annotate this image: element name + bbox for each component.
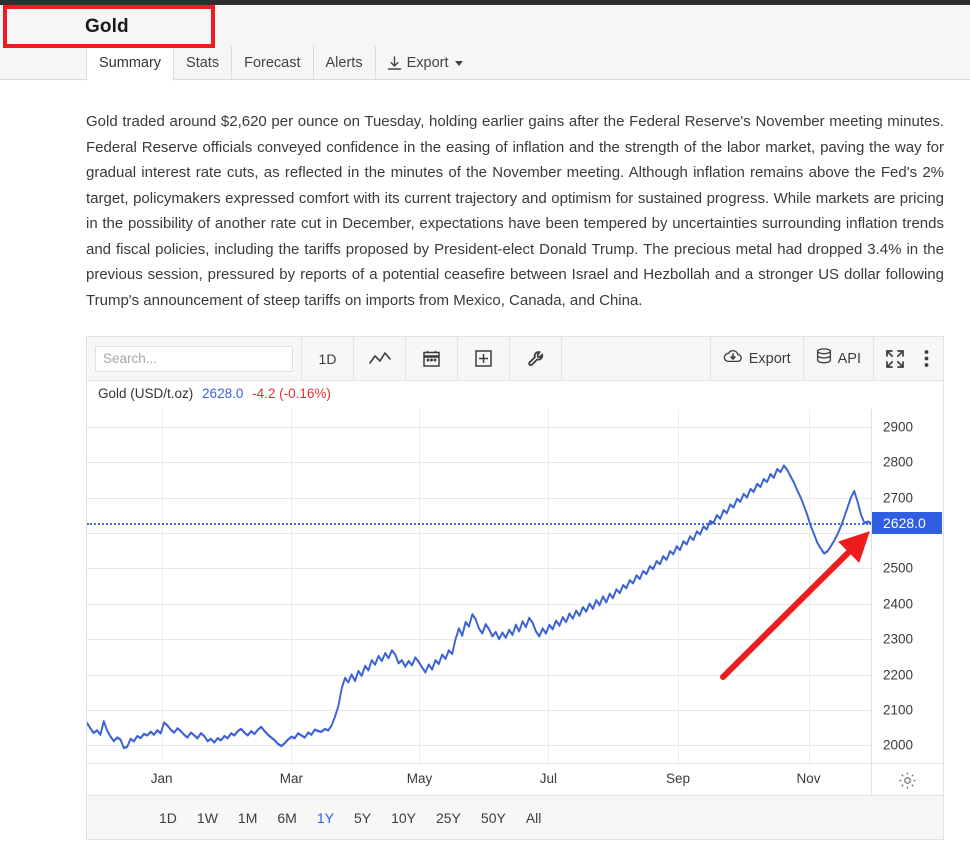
x-axis-tick: Nov xyxy=(796,771,821,786)
legend-series-name: Gold (USD/t.oz) xyxy=(98,386,194,401)
tab-list: Summary Stats Forecast Alerts Export xyxy=(86,46,475,81)
interval-button[interactable]: 1D xyxy=(302,336,354,381)
page-header: Gold xyxy=(0,5,970,46)
tab-label: Forecast xyxy=(244,55,301,71)
search-input[interactable] xyxy=(95,345,293,372)
range-25y[interactable]: 25Y xyxy=(426,807,471,829)
y-axis-tick: 2100 xyxy=(883,702,914,718)
chart-panel: 1D xyxy=(86,336,944,840)
chart-legend: Gold (USD/t.oz) 2628.0 -4.2 (-0.16%) xyxy=(98,386,331,401)
tab-label: Stats xyxy=(186,55,220,71)
range-1d[interactable]: 1D xyxy=(149,807,187,829)
line-chart-icon[interactable] xyxy=(354,336,406,381)
y-axis-tick: 2500 xyxy=(883,560,914,576)
y-axis-tick: 2000 xyxy=(883,737,914,753)
current-price-badge: 2628.0 xyxy=(872,511,942,534)
chart-toolbar-right: Export API xyxy=(709,336,943,381)
tab-export[interactable]: Export xyxy=(375,46,475,80)
api-label: API xyxy=(837,350,861,367)
range-1w[interactable]: 1W xyxy=(187,807,228,829)
chart-export-label: Export xyxy=(748,350,791,367)
range-5y[interactable]: 5Y xyxy=(344,807,381,829)
y-axis-tick: 2200 xyxy=(883,667,914,682)
api-button[interactable]: API xyxy=(802,336,873,381)
tab-label: Alerts xyxy=(325,55,363,71)
chart-plot-area[interactable]: Gold (USD/t.oz) 2628.0 -4.2 (-0.16%) 290… xyxy=(87,381,943,796)
fullscreen-icon[interactable] xyxy=(873,336,916,381)
range-selector: 1D 1W 1M 6M 1Y 5Y 10Y 25Y 50Y All xyxy=(87,795,943,839)
calendar-icon[interactable] xyxy=(406,336,458,381)
x-axis[interactable]: Jan Mar May Jul Sep Nov xyxy=(87,763,871,796)
plus-box-icon[interactable] xyxy=(458,336,510,381)
chart-toolbar: 1D xyxy=(87,336,943,381)
range-10y[interactable]: 10Y xyxy=(381,807,426,829)
download-icon xyxy=(387,55,402,71)
tab-label: Summary xyxy=(99,55,162,71)
tab-summary[interactable]: Summary xyxy=(86,46,175,81)
price-line-series xyxy=(87,464,871,750)
database-icon xyxy=(816,348,832,369)
chart-grid xyxy=(87,409,871,763)
x-axis-tick: May xyxy=(406,771,433,786)
tab-alerts[interactable]: Alerts xyxy=(312,46,376,80)
cloud-download-icon xyxy=(723,349,743,368)
tab-stats[interactable]: Stats xyxy=(173,46,233,80)
range-6m[interactable]: 6M xyxy=(267,807,306,829)
tab-label: Export xyxy=(406,55,449,71)
current-price-line xyxy=(87,522,871,525)
search-container xyxy=(87,336,302,381)
tab-forecast[interactable]: Forecast xyxy=(231,46,314,80)
range-1y[interactable]: 1Y xyxy=(307,807,344,829)
wrench-icon[interactable] xyxy=(510,336,562,381)
x-axis-tick: Mar xyxy=(279,771,303,786)
range-1m[interactable]: 1M xyxy=(228,807,267,829)
x-axis-tick: Jul xyxy=(539,771,558,786)
tab-bar: Summary Stats Forecast Alerts Export xyxy=(0,46,970,81)
y-axis-tick: 2400 xyxy=(883,596,914,612)
chart-export-button[interactable]: Export xyxy=(709,336,803,381)
chevron-down-icon xyxy=(454,60,463,66)
y-axis-tick: 2800 xyxy=(883,454,914,470)
legend-change: -4.2 (-0.16%) xyxy=(252,386,331,401)
range-all[interactable]: All xyxy=(516,807,552,829)
x-axis-tick: Jan xyxy=(150,771,173,786)
y-axis[interactable]: 2900 2800 2700 2500 2400 2300 2200 2100 2000 2628… xyxy=(871,409,943,763)
article-body: Gold traded around $2,620 per ounce on T… xyxy=(86,113,944,309)
y-axis-tick: 2900 xyxy=(883,419,914,435)
chart-settings-button[interactable] xyxy=(871,763,943,796)
range-50y[interactable]: 50Y xyxy=(471,807,516,829)
legend-price: 2628.0 xyxy=(202,386,244,401)
page-title: Gold xyxy=(85,16,129,37)
x-axis-tick: Sep xyxy=(666,771,691,786)
y-axis-tick: 2700 xyxy=(883,490,914,505)
y-axis-tick: 2300 xyxy=(883,631,914,647)
more-vertical-icon[interactable] xyxy=(916,337,943,381)
